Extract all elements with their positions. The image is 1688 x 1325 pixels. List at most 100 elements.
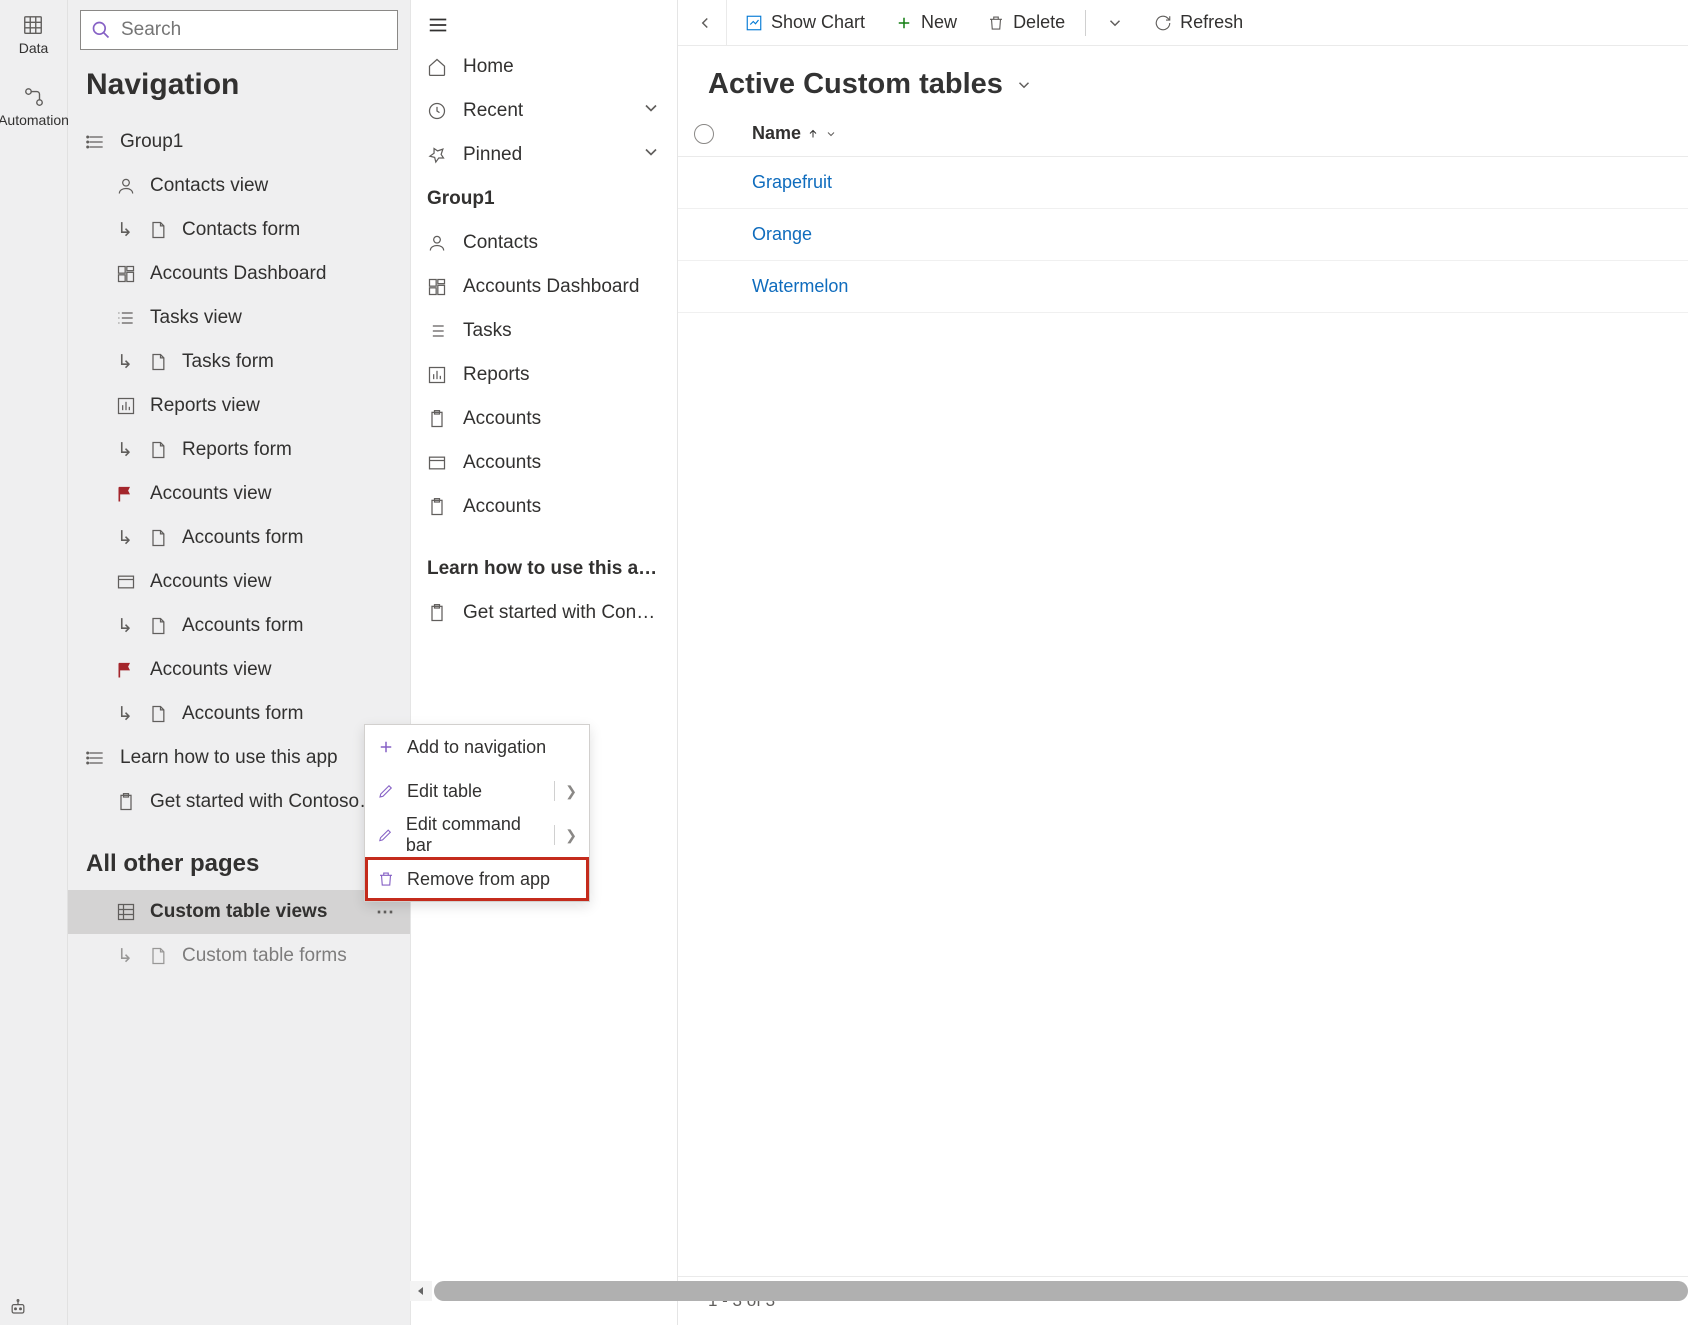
delete-dropdown[interactable] <box>1094 0 1136 45</box>
automation-icon <box>23 86 45 108</box>
search-box[interactable] <box>80 10 398 50</box>
flag-icon <box>116 660 136 680</box>
document-icon <box>148 220 168 240</box>
view-selector[interactable]: Active Custom tables <box>678 46 1688 111</box>
tree-label: Accounts view <box>150 659 271 681</box>
context-edit-command-bar[interactable]: Edit command bar ❯ <box>365 813 589 857</box>
record-link[interactable]: Orange <box>736 224 812 245</box>
context-remove-from-app[interactable]: Remove from app <box>365 857 589 901</box>
leftbar-label: Data <box>19 40 49 56</box>
context-add-to-navigation[interactable]: Add to navigation <box>365 725 589 769</box>
pin-icon <box>427 145 447 165</box>
context-menu: Add to navigation Edit table ❯ Edit comm… <box>364 724 590 902</box>
select-all-checkbox[interactable] <box>694 124 714 144</box>
tree-item-contacts-view[interactable]: Contacts view <box>68 164 410 208</box>
scroll-track[interactable] <box>434 1281 1688 1301</box>
horizontal-scrollbar[interactable] <box>410 1281 1688 1301</box>
tree-item-custom-table-forms[interactable]: ↳ Custom table forms <box>68 934 410 978</box>
sitemap-item-pinned[interactable]: Pinned <box>415 133 673 177</box>
sitemap-label: Accounts <box>463 496 541 518</box>
record-link[interactable]: Grapefruit <box>736 172 832 193</box>
tree-label: Contacts form <box>182 219 300 241</box>
grid-header: Name <box>678 111 1688 157</box>
subitem-icon: ↳ <box>116 615 134 638</box>
table-row[interactable]: Watermelon <box>678 261 1688 313</box>
tree-item-accounts-form-2[interactable]: ↳ Accounts form <box>68 604 410 648</box>
chart-icon <box>427 365 447 385</box>
sitemap-label: Group1 <box>427 188 495 210</box>
clipboard-icon <box>427 497 447 517</box>
sitemap-item-contacts[interactable]: Contacts <box>415 221 673 265</box>
record-link[interactable]: Watermelon <box>736 276 848 297</box>
refresh-icon <box>1154 14 1172 32</box>
refresh-button[interactable]: Refresh <box>1142 0 1255 45</box>
cmd-label: Delete <box>1013 12 1065 33</box>
clipboard-icon <box>427 409 447 429</box>
tree-item-accounts-form-1[interactable]: ↳ Accounts form <box>68 516 410 560</box>
navigation-tree: Group1 Contacts view ↳ Contacts form Acc… <box>68 120 410 1325</box>
sitemap-item-reports[interactable]: Reports <box>415 353 673 397</box>
back-button[interactable] <box>684 0 727 45</box>
pencil-icon <box>377 826 394 844</box>
document-icon <box>148 946 168 966</box>
chevron-down-icon <box>641 142 661 168</box>
column-header-name[interactable]: Name <box>736 123 837 144</box>
scroll-thumb[interactable] <box>434 1281 1688 1301</box>
leftbar-item-automation[interactable]: Automation <box>0 86 69 128</box>
sitemap-label: Accounts Dashboard <box>463 276 639 298</box>
tree-group-group1[interactable]: Group1 <box>68 120 410 164</box>
sitemap-label: Pinned <box>463 144 522 166</box>
more-options-icon[interactable]: ⋯ <box>376 902 396 923</box>
tree-item-accounts-view-3[interactable]: Accounts view <box>68 648 410 692</box>
show-chart-button[interactable]: Show Chart <box>733 0 877 45</box>
tree-item-custom-table-views[interactable]: Custom table views ⋯ <box>68 890 410 934</box>
person-icon <box>116 176 136 196</box>
sitemap-item-accounts-dashboard[interactable]: Accounts Dashboard <box>415 265 673 309</box>
tree-item-get-started[interactable]: Get started with Contoso… <box>68 780 410 824</box>
sitemap-item-recent[interactable]: Recent <box>415 89 673 133</box>
sitemap-label: Reports <box>463 364 530 386</box>
subitem-icon: ↳ <box>116 439 134 462</box>
search-icon <box>91 20 111 40</box>
tree-group-learn[interactable]: Learn how to use this app <box>68 736 410 780</box>
flag-icon <box>116 484 136 504</box>
sitemap-panel: Home Recent Pinned Group1 Contacts Accou… <box>410 0 678 1325</box>
tree-item-accounts-form-3[interactable]: ↳ Accounts form <box>68 692 410 736</box>
context-edit-table[interactable]: Edit table ❯ <box>365 769 589 813</box>
tree-label: Accounts form <box>182 703 303 725</box>
table-row[interactable]: Grapefruit <box>678 157 1688 209</box>
sitemap-item-get-started[interactable]: Get started with Con… <box>415 591 673 635</box>
sitemap-item-accounts-1[interactable]: Accounts <box>415 397 673 441</box>
hamburger-button[interactable] <box>415 8 673 45</box>
tree-item-accounts-dashboard[interactable]: Accounts Dashboard <box>68 252 410 296</box>
tree-item-tasks-form[interactable]: ↳ Tasks form <box>68 340 410 384</box>
list-icon <box>427 321 447 341</box>
leftbar-item-data[interactable]: Data <box>19 14 49 56</box>
trash-icon <box>377 870 395 888</box>
list-icon <box>86 748 106 768</box>
tree-item-tasks-view[interactable]: Tasks view <box>68 296 410 340</box>
copilot-button[interactable] <box>8 1298 28 1323</box>
window-icon <box>427 453 447 473</box>
tree-item-reports-form[interactable]: ↳ Reports form <box>68 428 410 472</box>
tree-item-reports-view[interactable]: Reports view <box>68 384 410 428</box>
tree-label: Tasks view <box>150 307 242 329</box>
scroll-left-arrow[interactable] <box>410 1281 432 1301</box>
delete-button[interactable]: Delete <box>975 0 1077 45</box>
search-input[interactable] <box>121 19 387 41</box>
sitemap-item-accounts-2[interactable]: Accounts <box>415 441 673 485</box>
table-row[interactable]: Orange <box>678 209 1688 261</box>
tree-item-accounts-view-2[interactable]: Accounts view <box>68 560 410 604</box>
new-button[interactable]: New <box>883 0 969 45</box>
sitemap-label: Accounts <box>463 452 541 474</box>
clipboard-icon <box>116 792 136 812</box>
document-icon <box>148 528 168 548</box>
clock-icon <box>427 101 447 121</box>
sitemap-item-home[interactable]: Home <box>415 45 673 89</box>
tree-item-contacts-form[interactable]: ↳ Contacts form <box>68 208 410 252</box>
bot-icon <box>8 1298 28 1318</box>
sitemap-item-tasks[interactable]: Tasks <box>415 309 673 353</box>
tree-label: Get started with Contoso… <box>150 791 378 813</box>
tree-item-accounts-view-1[interactable]: Accounts view <box>68 472 410 516</box>
sitemap-item-accounts-3[interactable]: Accounts <box>415 485 673 529</box>
